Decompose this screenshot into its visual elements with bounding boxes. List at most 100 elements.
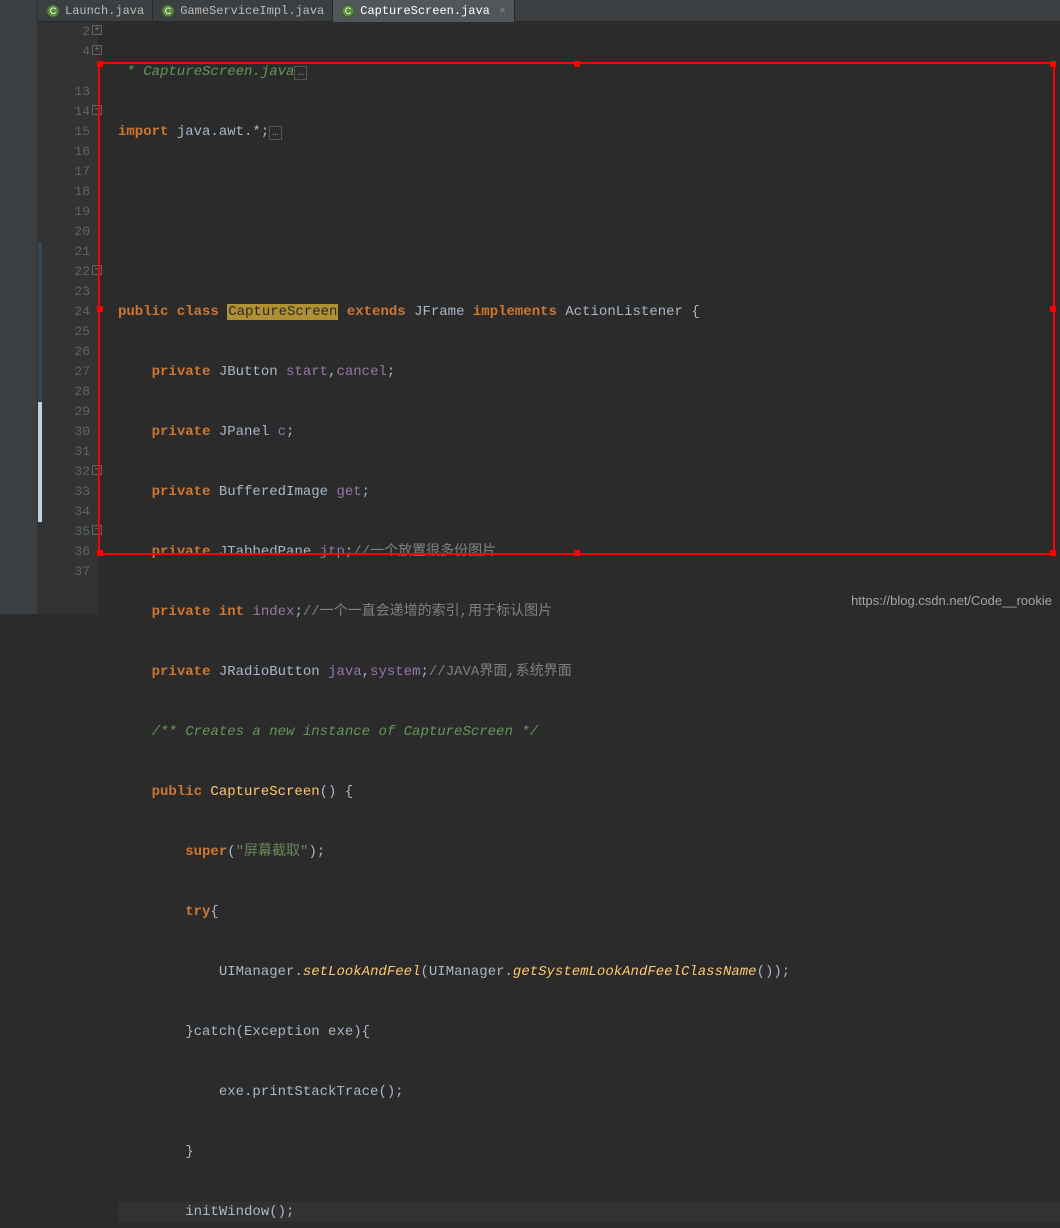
code-text: initWindow(); xyxy=(118,1204,294,1220)
svg-text:C: C xyxy=(165,6,172,16)
code-text: } xyxy=(118,1144,194,1160)
line-number: 22 xyxy=(74,264,90,279)
change-marker xyxy=(38,402,42,422)
tab-label: GameServiceImpl.java xyxy=(180,4,324,18)
change-marker xyxy=(38,262,42,282)
close-icon[interactable]: × xyxy=(499,4,506,18)
code-text: "屏幕截取" xyxy=(236,844,309,860)
code-text: CaptureScreen xyxy=(227,304,338,320)
line-number: 17 xyxy=(74,164,90,179)
line-number: 37 xyxy=(74,564,90,579)
code-text: super xyxy=(118,844,227,860)
change-marker xyxy=(38,462,42,482)
line-number: 32 xyxy=(74,464,90,479)
line-number: 2 xyxy=(82,24,90,39)
code-text: }catch xyxy=(118,1024,236,1040)
code-text xyxy=(118,964,219,980)
tool-window-bar[interactable] xyxy=(0,0,38,614)
code-text: java.awt.*; xyxy=(168,124,269,140)
tab-label: CaptureScreen.java xyxy=(360,4,490,18)
code-text: //一个放置很多份图片 xyxy=(353,544,496,560)
line-number: 15 xyxy=(74,124,90,139)
tab-label: Launch.java xyxy=(65,4,144,18)
code-text: CaptureScreen xyxy=(210,784,319,800)
code-text: ()); xyxy=(757,964,791,980)
code-text: ActionListener xyxy=(565,304,683,320)
line-number: 34 xyxy=(74,504,90,519)
tab-launch[interactable]: C Launch.java xyxy=(38,0,153,22)
line-number: 30 xyxy=(74,424,90,439)
line-number: 4 xyxy=(82,44,90,59)
code-text: UIManager xyxy=(219,964,295,980)
line-number: 27 xyxy=(74,364,90,379)
code-editor[interactable]: * CaptureScreen.java… import java.awt.*;… xyxy=(98,22,1060,614)
code-text: exe.printStackTrace(); xyxy=(118,1084,404,1100)
line-number: 25 xyxy=(74,324,90,339)
change-marker xyxy=(38,362,42,382)
code-text: { xyxy=(210,904,218,920)
line-number: 20 xyxy=(74,224,90,239)
change-marker xyxy=(38,382,42,402)
change-marker xyxy=(38,282,42,302)
code-text: ( xyxy=(420,964,428,980)
code-text: . xyxy=(294,964,302,980)
code-text: UIManager xyxy=(429,964,505,980)
code-text: extends xyxy=(338,304,414,320)
change-marker xyxy=(38,302,42,322)
java-class-icon: C xyxy=(46,4,60,18)
line-number: 33 xyxy=(74,484,90,499)
line-number: 36 xyxy=(74,544,90,559)
editor-area: 2+ 4+ 13 14− 15 16 17 18 19 20 21 22− 23… xyxy=(38,22,1060,614)
change-marker xyxy=(38,442,42,462)
line-number: 14 xyxy=(74,104,90,119)
line-number: 26 xyxy=(74,344,90,359)
line-number: 28 xyxy=(74,384,90,399)
code-text: (Exception exe){ xyxy=(236,1024,370,1040)
editor-tab-bar: C Launch.java C GameServiceImpl.java C C… xyxy=(38,0,1060,22)
code-text: //JAVA界面,系统界面 xyxy=(429,664,572,680)
change-marker xyxy=(38,342,42,362)
code-text: public class xyxy=(118,304,227,320)
change-marker xyxy=(38,482,42,502)
code-text: { xyxy=(683,304,700,320)
code-text: try xyxy=(118,904,210,920)
tab-gameservice[interactable]: C GameServiceImpl.java xyxy=(153,0,333,22)
line-number: 35 xyxy=(74,524,90,539)
code-text: setLookAndFeel xyxy=(303,964,421,980)
resize-handle[interactable] xyxy=(97,306,103,312)
line-number: 13 xyxy=(74,84,90,99)
resize-handle[interactable] xyxy=(97,61,103,67)
line-number: 18 xyxy=(74,184,90,199)
change-marker xyxy=(38,242,42,262)
code-text: public xyxy=(118,784,210,800)
line-number: 29 xyxy=(74,404,90,419)
code-text: //一个一直会递增的索引,用于标认图片 xyxy=(303,604,552,620)
change-marker xyxy=(38,322,42,342)
change-marker xyxy=(38,502,42,522)
java-class-icon: C xyxy=(341,4,355,18)
line-number: 16 xyxy=(74,144,90,159)
line-number: 21 xyxy=(74,244,90,259)
code-text: import xyxy=(118,124,168,140)
svg-text:C: C xyxy=(345,6,352,16)
line-number: 31 xyxy=(74,444,90,459)
change-marker xyxy=(38,422,42,442)
code-text: () { xyxy=(320,784,354,800)
code-text: . xyxy=(505,964,513,980)
line-number: 23 xyxy=(74,284,90,299)
resize-handle[interactable] xyxy=(97,550,103,556)
tab-capturescreen[interactable]: C CaptureScreen.java × xyxy=(333,0,515,22)
code-text: /** Creates a new instance of CaptureScr… xyxy=(118,724,538,740)
line-number-gutter[interactable]: 2+ 4+ 13 14− 15 16 17 18 19 20 21 22− 23… xyxy=(38,22,98,614)
code-text: getSystemLookAndFeelClassName xyxy=(513,964,757,980)
java-class-icon: C xyxy=(161,4,175,18)
line-number: 19 xyxy=(74,204,90,219)
svg-text:C: C xyxy=(50,6,57,16)
folded-region[interactable]: … xyxy=(294,66,307,80)
folded-region[interactable]: … xyxy=(269,126,282,140)
code-text: implements xyxy=(464,304,565,320)
code-text: JFrame xyxy=(414,304,464,320)
line-number: 24 xyxy=(74,304,90,319)
code-text: * CaptureScreen.java xyxy=(118,64,294,80)
watermark-text: https://blog.csdn.net/Code__rookie xyxy=(851,593,1052,608)
